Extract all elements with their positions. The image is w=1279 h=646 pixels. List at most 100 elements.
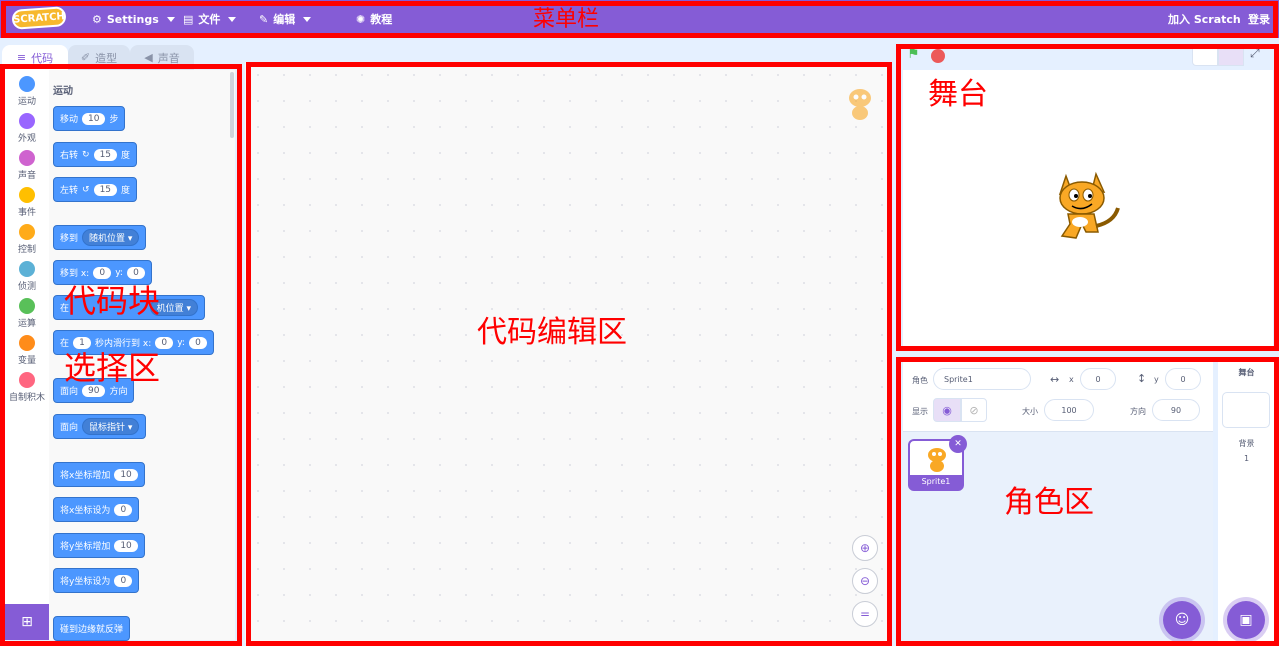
code-editor-workspace[interactable] [245,62,890,643]
backdrop-count: 1 [1243,454,1250,463]
add-extension-button[interactable]: ⊞ [5,604,49,640]
y-change-input: 10 [114,539,138,552]
show-label: 显示 [912,407,928,416]
tutorial-label: 教程 [370,13,393,26]
block-point-towards[interactable]: 面向 鼠标指针 ▾ [53,414,147,439]
block-change-x[interactable]: 将x坐标增加 10 [53,462,145,487]
large-stage-button[interactable] [1218,44,1244,66]
x-change-input: 10 [114,468,138,481]
cat-plus-icon: ☺ [1174,612,1190,628]
block-change-y[interactable]: 将y坐标增加 10 [53,533,145,558]
block-set-x[interactable]: 将x坐标设为 0 [53,497,140,522]
tab-costume-label: 造型 [95,51,118,65]
reset-icon: = [859,607,871,621]
x-position-input[interactable]: 0 [1080,368,1116,390]
size-input[interactable]: 100 [1044,399,1094,421]
zoom-in-button[interactable]: ⊕ [852,535,878,561]
y-position-input[interactable]: 0 [1165,368,1201,390]
palette-scrollbar[interactable] [230,72,234,138]
file-label: 文件 [198,13,221,26]
menu-bar: SCRATCH ⚙ Settings ▤ 文件 ✎ 编辑 ✺ 教程 加入 Scr… [0,0,1279,38]
category-operators[interactable]: 运算 [5,298,49,329]
category-label: 控制 [17,245,36,255]
stop-button[interactable] [931,49,945,63]
blocks-annotation-line1: 代码块 [64,282,161,320]
x-input: 0 [155,336,174,349]
zoom-out-button[interactable]: ⊖ [852,568,878,594]
y-label: y [1154,375,1159,384]
green-flag-button[interactable]: ⚑ [907,46,920,62]
tab-sound[interactable]: ◀ 声音 [130,45,194,70]
category-sound[interactable]: 声音 [5,150,49,181]
show-sprite-button[interactable]: ◉ [933,398,961,422]
looks-dot-icon [19,113,35,129]
backdrop-thumbnail[interactable] [1222,392,1270,428]
zoom-reset-button[interactable]: = [852,601,878,627]
category-label: 侦测 [17,282,36,292]
block-turn-right[interactable]: 右转 ↻ 15 度 [53,142,138,167]
login-button[interactable]: 登录 [1248,0,1270,38]
image-plus-icon: ▣ [1239,612,1253,628]
stage-annotation: 舞台 [928,77,988,112]
x-input: 0 [93,266,112,279]
settings-menu[interactable]: ⚙ Settings [92,0,175,38]
direction-input[interactable]: 90 [1152,399,1200,421]
size-label: 大小 [1022,407,1038,416]
sensing-dot-icon [19,261,35,277]
settings-label: Settings [106,12,159,26]
category-looks[interactable]: 外观 [5,113,49,144]
block-bounce[interactable]: 碰到边缘就反弹 [53,616,131,641]
y-input: 0 [126,266,145,279]
pencil-icon: ✎ [259,12,269,26]
events-dot-icon [19,187,35,203]
join-button[interactable]: 加入 Scratch [1168,0,1241,38]
chevron-down-icon [166,16,175,22]
fullscreen-button[interactable]: ⤢ [1250,46,1260,61]
direction-label: 方向 [1130,407,1146,416]
block-move-steps[interactable]: 移动 10 步 [53,106,126,131]
editor-annotation: 代码编辑区 [477,315,627,350]
secs-input: 1 [73,336,92,349]
y-input: 0 [188,336,207,349]
hide-sprite-button[interactable]: ⊘ [961,398,987,422]
gear-icon: ⚙ [92,12,102,26]
file-menu[interactable]: ▤ 文件 [183,0,237,38]
zoom-out-icon: ⊖ [859,574,871,588]
operators-dot-icon [19,298,35,314]
rotate-right-icon: ↻ [82,149,90,160]
edit-menu[interactable]: ✎ 编辑 [259,0,312,38]
file-icon: ▤ [183,12,194,26]
scratch-logo[interactable]: SCRATCH [11,6,67,30]
block-set-y[interactable]: 将y坐标设为 0 [53,568,140,593]
tab-costume[interactable]: ✐ 造型 [68,45,130,70]
tutorial-menu[interactable]: ✺ 教程 [356,0,392,38]
add-sprite-button[interactable]: ☺ [1163,601,1201,639]
delete-sprite-button[interactable]: ✕ [949,435,967,453]
category-sensing[interactable]: 侦测 [5,261,49,292]
block-turn-left[interactable]: 左转 ↺ 15 度 [53,177,138,202]
vertical-arrow-icon: ↕ [1137,372,1147,385]
stage-pane-title: 舞台 [1238,368,1255,377]
degrees-input: 15 [93,183,118,196]
category-control[interactable]: 控制 [5,224,49,255]
category-my-blocks[interactable]: 自制积木 [5,372,49,403]
eye-off-icon: ⊘ [969,403,979,417]
rotate-left-icon: ↺ [82,184,90,195]
scratch-cat-sprite[interactable] [1048,168,1128,250]
tab-code-label: 代码 [31,51,54,65]
category-label: 声音 [17,171,36,181]
category-variables[interactable]: 变量 [5,335,49,366]
tab-code[interactable]: ≡ 代码 [2,45,68,70]
control-dot-icon [19,224,35,240]
category-label: 变量 [17,356,36,366]
edit-label: 编辑 [273,13,296,26]
sprite-name-input[interactable]: Sprite1 [933,368,1031,390]
extension-icon: ⊞ [21,614,33,630]
block-goto[interactable]: 移到 随机位置 ▾ [53,225,147,250]
category-events[interactable]: 事件 [5,187,49,218]
stage-selector-pane[interactable]: 舞台 背景 1 [1218,360,1275,642]
sound-dot-icon [19,150,35,166]
category-motion[interactable]: 运动 [5,76,49,107]
add-backdrop-button[interactable]: ▣ [1227,601,1265,639]
small-stage-button[interactable] [1192,44,1218,66]
